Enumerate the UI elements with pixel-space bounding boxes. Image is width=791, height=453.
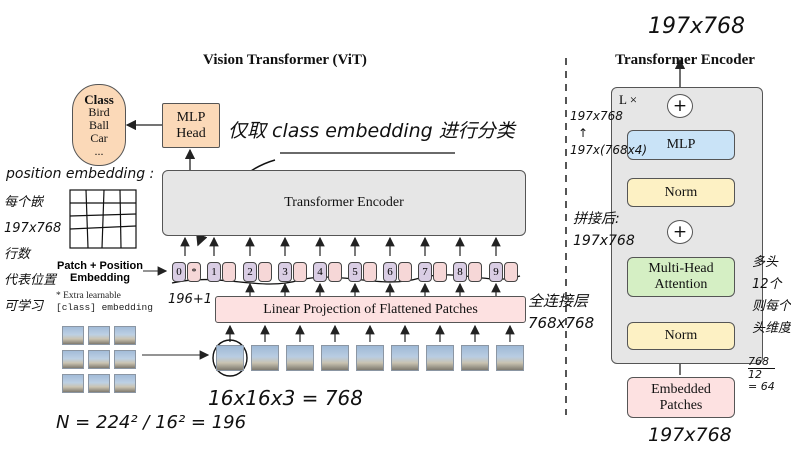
encoder-title: Transformer Encoder <box>615 52 755 68</box>
token-5-patch <box>363 262 377 282</box>
token-class-embedding: * <box>187 262 201 282</box>
patch-position-embedding-line1: Patch + Position <box>57 260 143 272</box>
hand-concat-line1: 拼接后: <box>573 211 620 227</box>
embedded-patches-label-2: Patches <box>659 397 703 413</box>
token-7-patch <box>433 262 447 282</box>
hand-pos-line: 197x768 <box>4 221 62 236</box>
token-3-patch <box>293 262 307 282</box>
class-box: Class Bird Ball Car ... <box>72 84 126 166</box>
mha-label-1: Multi-Head <box>648 261 714 276</box>
extra-note-line1: * Extra learnable <box>56 291 121 301</box>
hand-top-dim: 197x768 <box>648 14 746 39</box>
linear-projection-box: Linear Projection of Flattened Patches <box>215 296 526 323</box>
hand-class-note: 仅取 class embedding 进行分类 <box>228 120 515 142</box>
token-2-position: 2 <box>243 262 257 282</box>
hand-patch-calc: 16x16x3 = 768 <box>208 386 363 410</box>
transformer-encoder-box: Transformer Encoder <box>162 170 526 236</box>
hand-fc-note: 全连接层 768x768 <box>528 290 594 334</box>
embedded-patches-label-1: Embedded <box>651 381 711 397</box>
token-1-patch <box>222 262 236 282</box>
class-box-title: Class <box>84 91 114 107</box>
hand-mh-line: 则每个 <box>752 299 791 314</box>
patch-position-embedding-line2: Embedding <box>70 272 130 284</box>
hand-mh-line: 多头 <box>752 255 779 270</box>
encoder-norm-bottom: Norm <box>627 322 735 350</box>
hand-mh-line: 12个 <box>752 277 782 292</box>
token-6-position: 6 <box>383 262 397 282</box>
embedded-patches-box: Embedded Patches <box>627 377 735 418</box>
hand-multi-head-note: 多头 12个 则每个 头维度 <box>752 252 791 340</box>
hand-mlp-dim1: 197x768 <box>570 109 623 123</box>
token-2-patch <box>258 262 272 282</box>
residual-add-bottom: + <box>667 220 693 244</box>
hand-pos-emb-label: position embedding : <box>6 166 155 182</box>
token-9-position: 9 <box>489 262 503 282</box>
plus-sign-bottom: + <box>672 222 688 242</box>
mha-label-2: Attention <box>654 277 708 292</box>
hand-mlp-dim3: 197x(768x4) <box>570 143 648 157</box>
lx-label: L × <box>619 92 638 107</box>
hand-head-dim: 768 12 = 64 <box>748 356 775 393</box>
vit-title: Vision Transformer (ViT) <box>203 52 367 68</box>
extra-note-line2: [class] embedding <box>56 302 153 313</box>
token-6-patch <box>398 262 412 282</box>
token-4-patch <box>328 262 342 282</box>
token-7-position: 7 <box>418 262 432 282</box>
plus-sign-top: + <box>672 96 688 116</box>
hand-concat-line2: 197x768 <box>573 233 635 249</box>
encoder-norm-top-label: Norm <box>664 184 698 200</box>
hand-bottom-dim: 197x768 <box>648 424 732 446</box>
hand-mlp-dims: 197x768 ↑ 197x(768x4) <box>570 108 647 159</box>
hand-fc-line2: 768x768 <box>528 314 595 332</box>
mlp-head-label-2: Head <box>176 125 206 141</box>
class-item: ... <box>94 143 104 158</box>
hand-pos-line: 行数 <box>4 247 31 262</box>
patch-arrows <box>225 324 515 342</box>
hand-plus-one: 196+1 <box>168 292 212 307</box>
token-0-position: 0 <box>172 262 186 282</box>
token-8-position: 8 <box>453 262 467 282</box>
hand-pos-line: 代表位置 <box>4 273 57 288</box>
hand-mlp-dim2: ↑ <box>578 126 589 140</box>
class-item: Ball <box>89 117 109 132</box>
patch-position-embedding-label: Patch + Position Embedding <box>50 260 150 284</box>
transformer-encoder-label: Transformer Encoder <box>284 195 404 210</box>
extra-learnable-note: * Extra learnable [class] embedding <box>56 291 153 313</box>
hand-concat-note: 拼接后: 197x768 <box>573 208 635 252</box>
hand-fc-line1: 全连接层 <box>528 292 589 310</box>
residual-add-top: + <box>667 94 693 118</box>
token-arrows <box>180 236 501 256</box>
token-4-position: 4 <box>313 262 327 282</box>
hand-mh-line: 头维度 <box>752 321 791 336</box>
token-9-patch <box>504 262 518 282</box>
projection-arrows <box>245 282 501 296</box>
encoder-norm-bottom-label: Norm <box>664 328 698 343</box>
hand-n-calc: N = 224² / 16² = 196 <box>56 412 247 433</box>
handwritten-grid-sketch <box>69 189 137 249</box>
encoder-norm-top: Norm <box>627 178 735 207</box>
hand-head-dim-res: = 64 <box>748 380 775 393</box>
token-1-position: 1 <box>207 262 221 282</box>
class-item: Bird <box>88 104 110 119</box>
mlp-head-label-1: MLP <box>176 109 206 125</box>
hand-pos-line: 每个嵌 <box>4 195 44 210</box>
encoder-mlp-label: MLP <box>666 137 696 152</box>
token-3-position: 3 <box>278 262 292 282</box>
mlp-head-box: MLP Head <box>162 103 220 148</box>
token-8-patch <box>468 262 482 282</box>
multi-head-attention-box: Multi-Head Attention <box>627 257 735 297</box>
hand-head-dim-num: 768 <box>748 355 769 368</box>
hand-pos-line: 可学习 <box>4 299 44 314</box>
token-5-position: 5 <box>348 262 362 282</box>
class-item: Car <box>90 130 108 145</box>
hand-pos-emb-notes: 每个嵌 197x768 行数 代表位置 可学习 <box>4 190 61 320</box>
linear-projection-label: Linear Projection of Flattened Patches <box>263 301 478 317</box>
